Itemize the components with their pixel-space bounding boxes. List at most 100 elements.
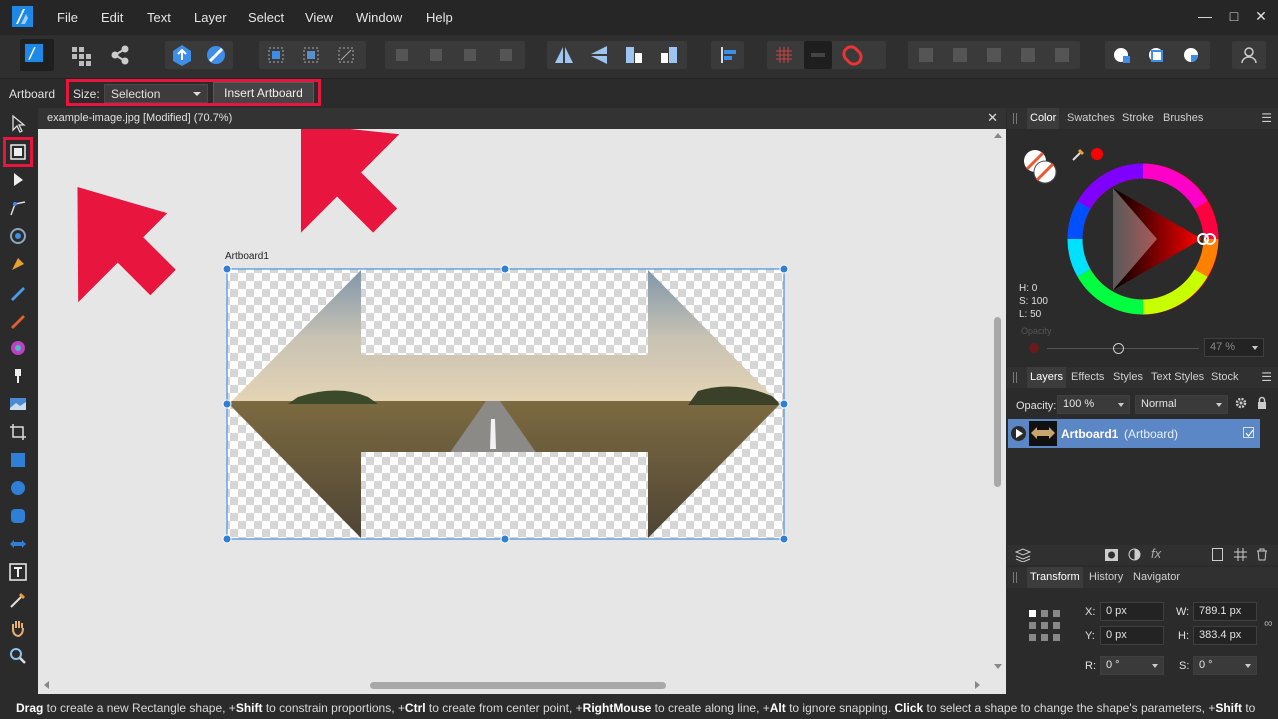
tab-stroke[interactable]: Stroke xyxy=(1122,112,1154,124)
menu-window[interactable]: Window xyxy=(356,10,402,25)
menu-text[interactable]: Text xyxy=(147,10,171,25)
mask-icon[interactable] xyxy=(1105,549,1118,561)
link-icon[interactable]: ∞ xyxy=(1264,616,1273,630)
arrow-shape-icon[interactable] xyxy=(8,534,28,554)
blend-mode-select[interactable]: Normal xyxy=(1135,395,1228,414)
geometry-xor-icon[interactable] xyxy=(1014,41,1042,69)
layer-opacity-field[interactable]: 100 % xyxy=(1057,395,1130,414)
geometry-divide-icon[interactable] xyxy=(1048,41,1076,69)
user-account-icon[interactable] xyxy=(1235,41,1263,69)
select-all-icon[interactable] xyxy=(262,41,290,69)
canvas[interactable]: Artboard1 xyxy=(38,129,990,676)
tab-stock[interactable]: Stock xyxy=(1211,371,1239,383)
arrange-forward-icon[interactable] xyxy=(456,41,484,69)
pixel-persona-button[interactable] xyxy=(67,41,95,69)
anchor-point-selector[interactable] xyxy=(1027,608,1063,644)
layers-stack-icon[interactable] xyxy=(1014,548,1032,563)
lock-icon[interactable] xyxy=(1256,396,1268,410)
insert-behind-icon[interactable] xyxy=(1143,41,1171,69)
panel-grip-icon[interactable] xyxy=(1013,113,1017,124)
fill-tool-icon[interactable] xyxy=(8,338,28,358)
ellipse-tool-icon[interactable] xyxy=(8,478,28,498)
h-field[interactable]: 383.4 px xyxy=(1193,626,1257,645)
w-field[interactable]: 789.1 px xyxy=(1193,602,1257,621)
select-objects-icon[interactable] xyxy=(297,41,325,69)
eyedropper-icon[interactable] xyxy=(1071,148,1085,162)
x-field[interactable]: 0 px xyxy=(1100,602,1164,621)
grid-icon[interactable] xyxy=(770,41,798,69)
arrange-backward-icon[interactable] xyxy=(422,41,450,69)
crop-tool-icon[interactable] xyxy=(8,422,28,442)
expand-layer-icon[interactable] xyxy=(1011,426,1026,441)
menu-help[interactable]: Help xyxy=(426,10,453,25)
move-tool-icon[interactable] xyxy=(8,114,28,134)
geometry-subtract-icon[interactable] xyxy=(946,41,974,69)
tab-swatches[interactable]: Swatches xyxy=(1067,112,1115,124)
tab-layers[interactable]: Layers xyxy=(1027,367,1067,388)
opacity-slider-thumb[interactable] xyxy=(1113,343,1124,354)
zoom-tool-icon[interactable] xyxy=(8,646,28,666)
rectangle-tool-icon[interactable] xyxy=(8,450,28,470)
share-icon[interactable] xyxy=(106,41,134,69)
adjustment-icon[interactable] xyxy=(1128,548,1141,561)
opacity-field[interactable]: 47 % xyxy=(1204,338,1264,357)
geometry-add-icon[interactable] xyxy=(912,41,940,69)
panel-menu-icon[interactable]: ☰ xyxy=(1261,111,1272,125)
layer-row[interactable]: Artboard1 (Artboard) xyxy=(1008,419,1260,448)
flip-vertical-icon[interactable] xyxy=(585,41,613,69)
panel-grip-icon[interactable] xyxy=(1013,372,1017,383)
trash-icon[interactable] xyxy=(1256,548,1268,561)
close-icon[interactable]: ✕ xyxy=(987,110,998,126)
guides-icon[interactable] xyxy=(804,41,832,69)
tab-styles[interactable]: Styles xyxy=(1113,371,1143,383)
menu-select[interactable]: Select xyxy=(248,10,284,25)
rotation-field[interactable]: 0 ° xyxy=(1100,656,1164,675)
y-field[interactable]: 0 px xyxy=(1100,626,1164,645)
menu-layer[interactable]: Layer xyxy=(194,10,227,25)
minimize-button[interactable]: — xyxy=(1197,8,1213,24)
upload-icon[interactable] xyxy=(168,41,196,69)
tab-color[interactable]: Color xyxy=(1027,108,1060,129)
point-transform-icon[interactable] xyxy=(8,226,28,246)
artboard-tool-icon[interactable] xyxy=(8,142,28,162)
color-wheel[interactable] xyxy=(1067,163,1219,315)
scroll-down-icon[interactable] xyxy=(994,664,1002,669)
fill-stroke-swatch[interactable] xyxy=(1021,146,1061,186)
color-picker-icon[interactable] xyxy=(202,41,230,69)
scroll-up-icon[interactable] xyxy=(994,133,1002,138)
tab-text-styles[interactable]: Text Styles xyxy=(1151,371,1204,383)
select-transform-icon[interactable] xyxy=(332,41,360,69)
menu-file[interactable]: File xyxy=(57,10,78,25)
rotate-left-icon[interactable] xyxy=(620,41,648,69)
node-tool-icon[interactable] xyxy=(8,170,28,190)
menu-view[interactable]: View xyxy=(305,10,333,25)
insert-inside-icon[interactable] xyxy=(1108,41,1136,69)
geometry-intersect-icon[interactable] xyxy=(980,41,1008,69)
pencil-tool-icon[interactable] xyxy=(8,282,28,302)
fx-icon[interactable]: fx xyxy=(1151,546,1161,561)
document-tab[interactable]: example-image.jpg [Modified] (70.7%) ✕ xyxy=(38,108,1006,129)
gear-icon[interactable] xyxy=(1234,396,1248,410)
grid-icon[interactable] xyxy=(1234,548,1247,561)
maximize-button[interactable]: □ xyxy=(1226,8,1242,24)
rounded-rectangle-icon[interactable] xyxy=(8,506,28,526)
color-picker-tool-icon[interactable] xyxy=(8,590,28,610)
tab-history[interactable]: History xyxy=(1089,571,1123,583)
artistic-text-icon[interactable] xyxy=(8,562,28,582)
vector-brush-icon[interactable] xyxy=(8,310,28,330)
vertical-scrollbar[interactable] xyxy=(990,129,1006,676)
horizontal-scrollbar[interactable] xyxy=(38,676,1006,694)
insert-top-icon[interactable] xyxy=(1177,41,1205,69)
scroll-left-icon[interactable] xyxy=(44,681,49,689)
layer-visibility-checkbox[interactable] xyxy=(1243,427,1254,438)
panel-menu-icon[interactable]: ☰ xyxy=(1261,370,1272,384)
pen-tool-icon[interactable] xyxy=(8,254,28,274)
transparency-tool-icon[interactable] xyxy=(8,366,28,386)
vertical-scroll-thumb[interactable] xyxy=(994,317,1001,487)
shear-field[interactable]: 0 ° xyxy=(1193,656,1257,675)
arrange-front-icon[interactable] xyxy=(492,41,520,69)
flip-horizontal-icon[interactable] xyxy=(550,41,578,69)
snapping-magnet-icon[interactable] xyxy=(838,41,866,69)
arrange-back-icon[interactable] xyxy=(388,41,416,69)
horizontal-scroll-thumb[interactable] xyxy=(370,682,666,689)
